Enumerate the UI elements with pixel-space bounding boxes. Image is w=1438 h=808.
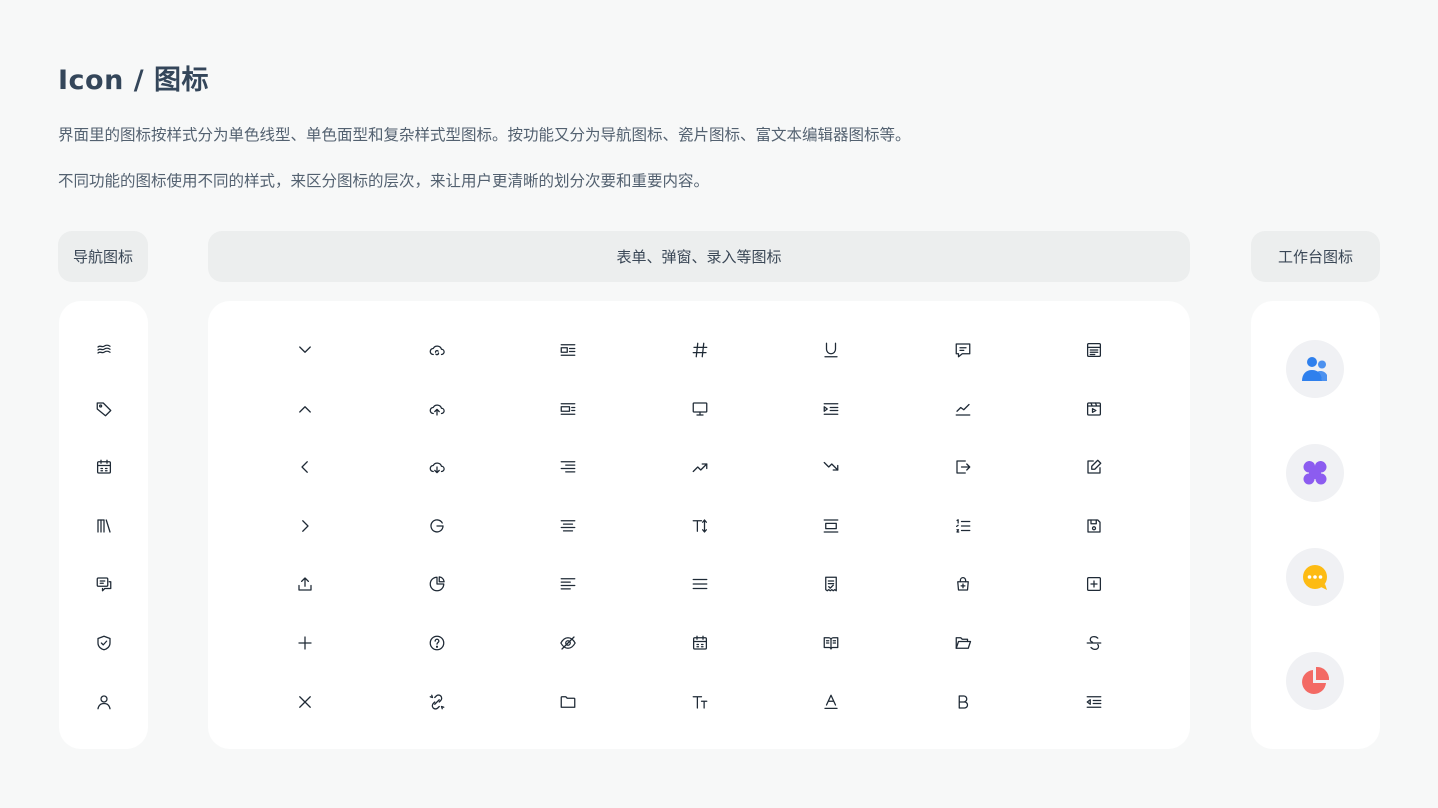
align-left-icon[interactable] [557, 573, 579, 595]
export-icon[interactable] [952, 456, 974, 478]
chevron-up-icon[interactable] [294, 398, 316, 420]
pie-chart-icon[interactable] [426, 573, 448, 595]
align-box-left-icon[interactable] [557, 339, 579, 361]
indent-icon[interactable] [820, 398, 842, 420]
menu-icon[interactable] [689, 573, 711, 595]
description-line-2: 不同功能的图标使用不同的样式，来区分图标的层次，来让用户更清晰的划分次要和重要内… [58, 172, 710, 190]
refresh-icon[interactable] [426, 515, 448, 537]
chat-icon [1303, 565, 1327, 590]
waves-icon[interactable] [93, 339, 115, 361]
comment-icon[interactable] [952, 339, 974, 361]
ordered-list-icon[interactable] [952, 515, 974, 537]
calendar-icon[interactable] [689, 632, 711, 654]
message-screen-icon[interactable] [93, 573, 115, 595]
cloud-download-icon[interactable] [426, 456, 448, 478]
shield-check-icon[interactable] [93, 632, 115, 654]
description-line-1: 界面里的图标按样式分为单色线型、单色面型和复杂样式型图标。按功能又分为导航图标、… [58, 126, 911, 144]
folder-open-icon[interactable] [952, 632, 974, 654]
calendar-icon[interactable] [93, 456, 115, 478]
chat-tile[interactable] [1286, 548, 1344, 606]
upload-icon[interactable] [294, 573, 316, 595]
underline-icon[interactable] [820, 339, 842, 361]
edit-icon[interactable] [1083, 456, 1105, 478]
form-icons-heading: 表单、弹窗、录入等图标 [208, 231, 1190, 282]
workbench-icons-panel [1251, 301, 1380, 749]
chevron-left-icon[interactable] [294, 456, 316, 478]
eye-off-icon[interactable] [557, 632, 579, 654]
text-wrap-icon[interactable] [820, 515, 842, 537]
books-icon[interactable] [93, 515, 115, 537]
unlink-icon[interactable] [426, 691, 448, 713]
close-icon[interactable] [294, 691, 316, 713]
font-color-icon[interactable] [820, 691, 842, 713]
nav-icons-heading: 导航图标 [58, 231, 148, 282]
align-right-icon[interactable] [557, 456, 579, 478]
apps-tile[interactable] [1286, 444, 1344, 502]
form-icons-panel [208, 301, 1190, 749]
page-title: Icon / 图标 [58, 65, 209, 96]
pie-chart-icon [1302, 666, 1330, 694]
help-circle-icon[interactable] [426, 632, 448, 654]
plus-icon[interactable] [294, 632, 316, 654]
cloud-upload-icon[interactable] [426, 398, 448, 420]
font-size-icon[interactable] [689, 691, 711, 713]
trend-up-icon[interactable] [689, 456, 711, 478]
line-chart-icon[interactable] [952, 398, 974, 420]
save-icon[interactable] [1083, 515, 1105, 537]
monitor-icon[interactable] [689, 398, 711, 420]
cloud-sync-icon[interactable] [426, 339, 448, 361]
strikethrough-icon[interactable] [1083, 632, 1105, 654]
folder-icon[interactable] [557, 691, 579, 713]
text-height-icon[interactable] [689, 515, 711, 537]
pie-chart-tile[interactable] [1286, 652, 1344, 710]
trend-down-icon[interactable] [820, 456, 842, 478]
nav-icons-panel [59, 301, 148, 749]
users-tile[interactable] [1286, 340, 1344, 398]
align-box-right-icon[interactable] [557, 398, 579, 420]
plus-square-icon[interactable] [1083, 573, 1105, 595]
tag-icon[interactable] [93, 398, 115, 420]
bold-icon[interactable] [952, 691, 974, 713]
document-icon[interactable] [820, 573, 842, 595]
align-center-icon[interactable] [557, 515, 579, 537]
chevron-down-icon[interactable] [294, 339, 316, 361]
user-icon[interactable] [93, 691, 115, 713]
book-open-icon[interactable] [820, 632, 842, 654]
outdent-icon[interactable] [1083, 691, 1105, 713]
chevron-right-icon[interactable] [294, 515, 316, 537]
video-frame-icon[interactable] [1083, 398, 1105, 420]
workbench-icons-heading: 工作台图标 [1251, 231, 1380, 282]
hashtag-icon[interactable] [689, 339, 711, 361]
users-icon [1302, 357, 1327, 381]
list-box-icon[interactable] [1083, 339, 1105, 361]
shopping-bag-add-icon[interactable] [952, 573, 974, 595]
apps-icon [1303, 460, 1327, 485]
